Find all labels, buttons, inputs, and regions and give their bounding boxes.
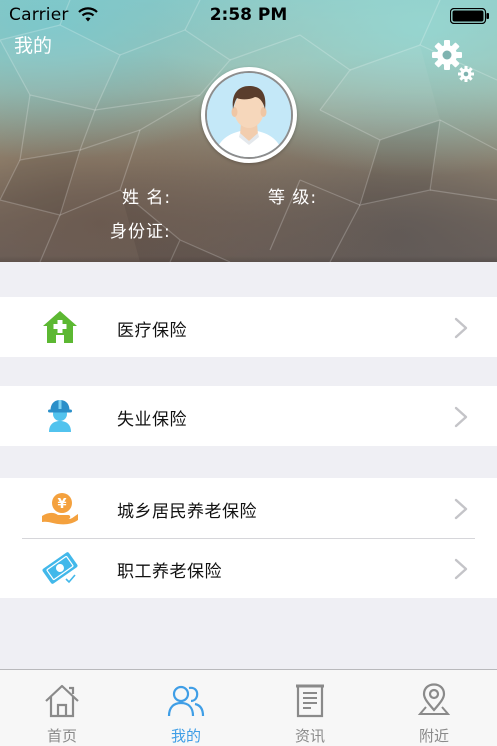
news-icon [296,684,324,718]
menu-group: 失业保险 [0,386,497,446]
menu-item-resident-pension[interactable]: ¥ 城乡居民养老保险 [0,478,497,538]
menu-item-medical-insurance[interactable]: 医疗保险 [0,297,497,357]
menu-item-label: 医疗保险 [117,321,187,341]
menu-item-unemployment-insurance[interactable]: 失业保险 [0,386,497,446]
chevron-right-icon [454,406,468,428]
menu-item-label: 职工养老保险 [117,562,222,582]
status-time: 2:58 PM [209,5,288,25]
yuan-hand-icon: ¥ [42,493,78,525]
id-card-label: 身份证: [110,222,171,242]
tab-label: 我的 [170,727,201,745]
menu-group: ¥ 城乡居民养老保险 职工养老保险 [0,478,497,598]
menu-item-employee-pension[interactable]: 职工养老保险 [0,538,497,598]
chevron-right-icon [454,498,468,520]
page-title: 我的 [14,35,53,57]
tab-news[interactable]: 资讯 [248,670,372,746]
menu-item-label: 失业保险 [117,410,187,430]
avatar[interactable] [201,67,297,163]
chevron-right-icon [454,558,468,580]
chevron-right-icon [454,317,468,339]
worker-icon [48,400,72,432]
tab-mine[interactable]: 我的 [124,670,248,746]
user-avatar-icon [207,73,291,157]
house-plus-icon [43,311,77,343]
menu-group: 医疗保险 [0,297,497,357]
level-label: 等 级: [268,188,318,208]
home-icon [45,684,79,718]
tab-home[interactable]: 首页 [0,670,124,746]
svg-text:¥: ¥ [57,497,66,512]
name-label: 姓 名: [122,188,172,208]
location-pin-icon [417,683,451,715]
battery-icon [450,8,489,24]
settings-button[interactable] [430,38,476,84]
card-check-icon [42,552,78,584]
tab-label: 资讯 [294,727,325,745]
profile-header: Carrier 2:58 PM 我的 姓 名: 等 级: 身份证: [0,0,497,262]
menu-item-label: 城乡居民养老保险 [117,502,257,522]
users-icon [167,685,205,717]
tab-nearby[interactable]: 附近 [372,670,496,746]
status-bar: Carrier 2:58 PM [0,0,497,30]
tab-label: 首页 [46,727,77,745]
tab-bar: 首页 我的 资讯 附近 [0,669,497,746]
tab-label: 附近 [418,727,449,745]
gear-icon [432,40,474,82]
